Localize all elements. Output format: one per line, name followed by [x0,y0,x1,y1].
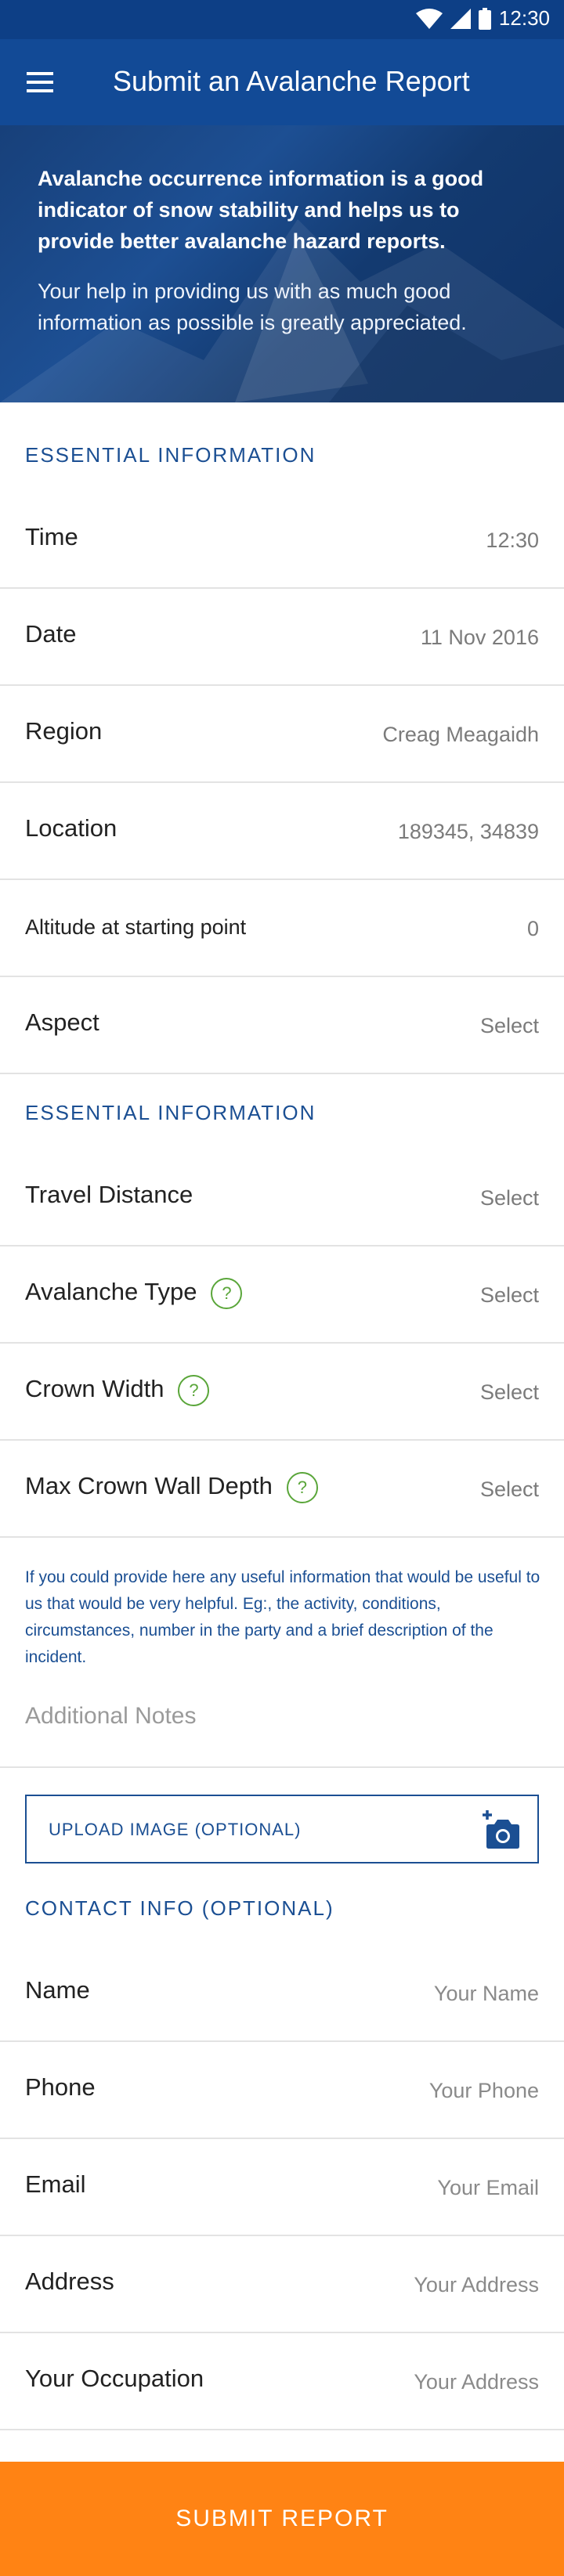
wifi-icon [415,8,443,29]
name-row[interactable]: Name [0,1945,564,2042]
name-label: Name [25,1976,90,2004]
time-label: Time [25,523,78,550]
crown-width-label-group: Crown Width? [25,1375,210,1406]
essential-info-heading-2: ESSENTIAL INFORMATION [25,1101,316,1124]
max-crown-wall-depth-label-group: Max Crown Wall Depth? [25,1472,318,1503]
location-value[interactable]: 189345, 34839 [398,820,539,844]
altitude-row[interactable]: Altitude at starting point 0 [0,880,564,977]
crown-width-row[interactable]: Crown Width? Select [0,1344,564,1441]
address-label: Address [25,2268,114,2295]
address-input[interactable] [304,2273,539,2297]
aspect-label: Aspect [25,1008,99,1036]
essential-info-heading: ESSENTIAL INFORMATION [25,443,316,467]
altitude-value[interactable]: 0 [527,917,539,941]
occupation-label: Your Occupation [25,2365,204,2392]
email-input[interactable] [304,2176,539,2200]
additional-info-hint: If you could provide here any useful inf… [25,1568,540,1666]
hero-thanks-text: Your help in providing us with as much g… [38,280,467,334]
page-title: Submit an Avalanche Report [113,65,470,97]
date-label: Date [25,620,77,648]
region-label: Region [25,717,103,745]
help-icon[interactable]: ? [211,1278,243,1309]
avalanche-type-row[interactable]: Avalanche Type? Select [0,1247,564,1344]
help-icon[interactable]: ? [286,1472,318,1503]
date-value[interactable]: 11 Nov 2016 [421,626,539,650]
location-label: Location [25,814,118,842]
menu-icon[interactable] [24,67,55,99]
status-time: 12:30 [498,6,550,30]
additional-notes-field[interactable] [0,1671,564,1768]
submit-report-button[interactable]: SUBMIT REPORT [0,2462,564,2576]
cellular-signal-icon [450,8,471,29]
region-row[interactable]: Region Creag Meagaidh [0,686,564,783]
region-value[interactable]: Creag Meagaidh [382,723,539,747]
travel-distance-row[interactable]: Travel Distance Select [0,1149,564,1247]
email-row[interactable]: Email [0,2139,564,2236]
email-label: Email [25,2170,86,2198]
additional-notes-input[interactable] [25,1699,534,1734]
hero-banner: Avalanche occurrence information is a go… [0,125,564,402]
max-crown-wall-depth-select[interactable]: Select [480,1477,539,1502]
occupation-input[interactable] [304,2370,539,2394]
location-row[interactable]: Location 189345, 34839 [0,783,564,880]
help-icon[interactable]: ? [178,1375,210,1406]
address-row[interactable]: Address [0,2236,564,2333]
time-row[interactable]: Time 12:30 [0,492,564,589]
battery-icon [478,7,491,30]
avalanche-type-label-group: Avalanche Type? [25,1278,243,1309]
time-value[interactable]: 12:30 [486,529,539,553]
status-bar: 12:30 [0,0,564,39]
avalanche-type-select[interactable]: Select [480,1283,539,1308]
max-crown-wall-depth-label: Max Crown Wall Depth [25,1472,273,1500]
crown-width-select[interactable]: Select [480,1380,539,1405]
phone-input[interactable] [304,2079,539,2103]
crown-width-label: Crown Width [25,1375,164,1403]
name-input[interactable] [304,1982,539,2006]
altitude-label: Altitude at starting point [25,915,247,939]
phone-row[interactable]: Phone [0,2042,564,2139]
aspect-row[interactable]: Aspect Select [0,977,564,1074]
avalanche-type-label: Avalanche Type [25,1278,197,1306]
aspect-select[interactable]: Select [480,1014,539,1038]
contact-info-heading: CONTACT INFO (OPTIONAL) [25,1896,334,1920]
add-photo-icon [483,1810,519,1849]
app-bar: Submit an Avalanche Report [0,39,564,125]
upload-image-label: UPLOAD IMAGE (OPTIONAL) [49,1820,302,1839]
upload-image-button[interactable]: UPLOAD IMAGE (OPTIONAL) [25,1795,539,1863]
hero-intro-text: Avalanche occurrence information is a go… [38,167,484,253]
max-crown-wall-depth-row[interactable]: Max Crown Wall Depth? Select [0,1441,564,1538]
travel-distance-select[interactable]: Select [480,1186,539,1210]
date-row[interactable]: Date 11 Nov 2016 [0,589,564,686]
travel-distance-label: Travel Distance [25,1181,193,1208]
phone-label: Phone [25,2073,96,2101]
occupation-row[interactable]: Your Occupation [0,2333,564,2430]
